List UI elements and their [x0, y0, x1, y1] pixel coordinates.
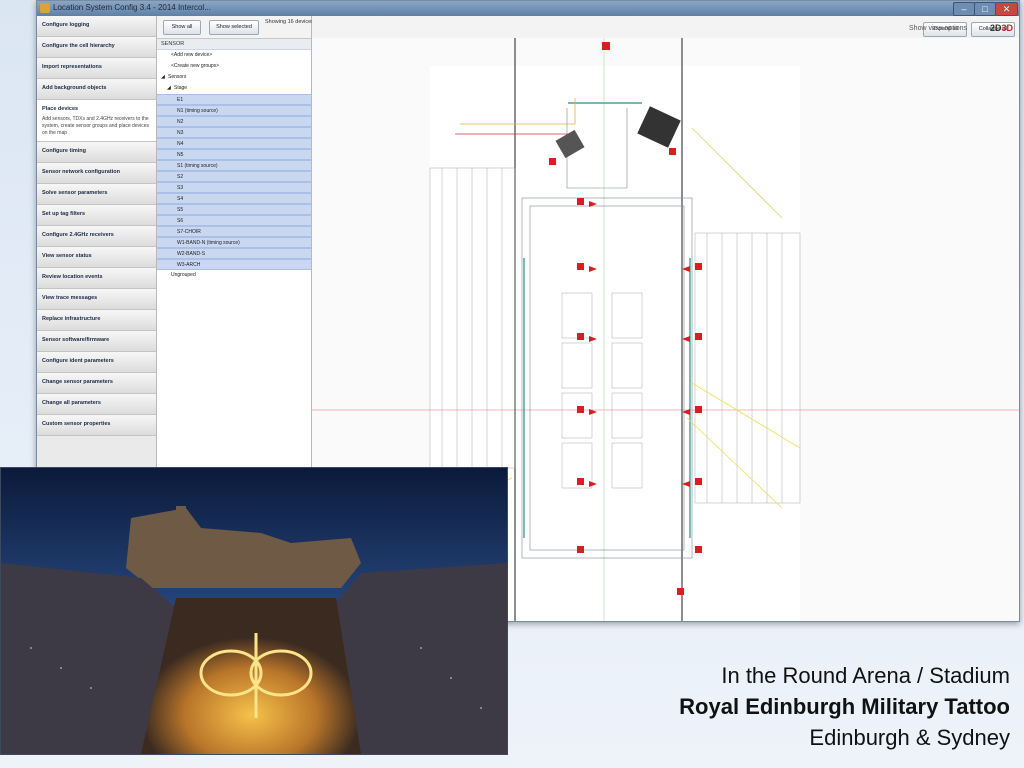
tree-device-row[interactable]: S6: [157, 215, 311, 226]
sensor-marker: [695, 333, 702, 340]
tree-device-row[interactable]: W1-BAND-N (timing source): [157, 237, 311, 248]
tree-device-row[interactable]: N5: [157, 149, 311, 160]
maximize-button[interactable]: □: [974, 2, 996, 16]
nav-sensor-firmware[interactable]: Sensor software/firmware: [37, 331, 156, 352]
tree-group-label: Stage: [174, 85, 188, 91]
title-bar[interactable]: Location System Config 3.4 - 2014 Interc…: [37, 1, 1019, 16]
tree-device-row[interactable]: S3: [157, 182, 311, 193]
minimize-button[interactable]: –: [953, 2, 975, 16]
nav-custom-sensor-properties[interactable]: Custom sensor properties: [37, 415, 156, 436]
nav-change-all-params[interactable]: Change all parameters: [37, 394, 156, 415]
nav-add-background-objects[interactable]: Add background objects: [37, 79, 156, 100]
nav-view-trace-messages[interactable]: View trace messages: [37, 289, 156, 310]
nav-place-devices-description: Add sensors, TDXs and 2.4GHz receivers t…: [42, 116, 149, 136]
sensor-marker: [577, 546, 584, 553]
tree-device-row[interactable]: S5: [157, 204, 311, 215]
tree-group-stage[interactable]: ◢ Stage: [157, 83, 311, 94]
tree-device-row[interactable]: W2-BAND-S: [157, 248, 311, 259]
tree-group-ungrouped[interactable]: Ungrouped: [157, 270, 311, 281]
caption-venue-type: In the Round Arena / Stadium: [721, 663, 1010, 688]
nav-change-sensor-params[interactable]: Change sensor parameters: [37, 373, 156, 394]
arena-photo: [0, 467, 508, 755]
nav-tag-filters[interactable]: Set up tag filters: [37, 205, 156, 226]
sensor-marker: [549, 158, 556, 165]
view-3d-option[interactable]: 3D: [1001, 23, 1013, 33]
window-title: Location System Config 3.4 - 2014 Interc…: [53, 3, 211, 12]
arena-photo-art: [1, 468, 507, 754]
collapse-icon[interactable]: ◢: [161, 74, 168, 80]
tree-device-row[interactable]: N4: [157, 138, 311, 149]
tree-device-row[interactable]: N3: [157, 127, 311, 138]
view-mode-toggle[interactable]: 2D3D: [990, 23, 1013, 33]
caption-locations: Edinburgh & Sydney: [809, 725, 1010, 750]
nav-import-representations[interactable]: Import representations: [37, 58, 156, 79]
tree-group-sensors[interactable]: ◢ Sensors: [157, 72, 311, 83]
tree-device-row[interactable]: N2: [157, 116, 311, 127]
nav-place-devices[interactable]: Place devices Add sensors, TDXs and 2.4G…: [37, 100, 156, 142]
tree-device-row[interactable]: N1 (timing source): [157, 105, 311, 116]
collapse-icon[interactable]: ◢: [167, 85, 174, 91]
sensor-marker: [577, 198, 584, 205]
east-stand-crowd: [331, 563, 507, 754]
view-options-link[interactable]: Show view options: [909, 25, 967, 32]
device-count-label: Showing 16 devices: [265, 19, 314, 25]
nav-view-sensor-status[interactable]: View sensor status: [37, 247, 156, 268]
nav-configure-receivers[interactable]: Configure 2.4GHz receivers: [37, 226, 156, 247]
add-device-row[interactable]: <Add new device>: [157, 50, 311, 61]
tree-device-row[interactable]: E1: [157, 94, 311, 105]
nav-review-location-events[interactable]: Review location events: [37, 268, 156, 289]
nav-configure-logging[interactable]: Configure logging: [37, 16, 156, 37]
tree-device-row[interactable]: W3-ARCH: [157, 259, 311, 270]
caption-event-name: Royal Edinburgh Military Tattoo: [679, 694, 1010, 719]
sensor-marker: [695, 406, 702, 413]
sensor-marker: [677, 588, 684, 595]
show-all-button[interactable]: Show all: [163, 20, 201, 35]
sensor-marker: [695, 478, 702, 485]
nav-sensor-network-config[interactable]: Sensor network configuration: [37, 163, 156, 184]
nav-solve-sensor-params[interactable]: Solve sensor parameters: [37, 184, 156, 205]
sensor-marker: [577, 478, 584, 485]
nav-replace-infrastructure[interactable]: Replace infrastructure: [37, 310, 156, 331]
view-2d-option[interactable]: 2D: [990, 23, 1002, 33]
sensor-marker: [577, 406, 584, 413]
tree-device-row[interactable]: S7-CHOIR: [157, 226, 311, 237]
sensor-marker: [669, 148, 676, 155]
sensor-marker: [577, 263, 584, 270]
castle-tower: [176, 506, 186, 520]
app-icon: [40, 3, 50, 13]
sensor-marker: [695, 263, 702, 270]
close-button[interactable]: ✕: [995, 2, 1018, 16]
sensor-marker: [577, 333, 584, 340]
nav-configure-timing[interactable]: Configure timing: [37, 142, 156, 163]
tree-group-label: Sensors: [168, 74, 187, 80]
sensor-marker: [695, 546, 702, 553]
create-group-row[interactable]: <Create new groups>: [157, 61, 311, 72]
slide-caption: In the Round Arena / Stadium Royal Edinb…: [679, 660, 1010, 753]
nav-cell-hierarchy[interactable]: Configure the cell hierarchy: [37, 37, 156, 58]
nav-place-devices-label: Place devices: [42, 106, 79, 112]
tree-device-row[interactable]: S4: [157, 193, 311, 204]
tree-column-header: SENSOR: [157, 39, 311, 50]
show-selected-button[interactable]: Show selected: [209, 20, 259, 35]
nav-ident-parameters[interactable]: Configure ident parameters: [37, 352, 156, 373]
sensor-marker: [602, 42, 610, 50]
tree-device-row[interactable]: S2: [157, 171, 311, 182]
tree-device-row[interactable]: S1 (timing source): [157, 160, 311, 171]
